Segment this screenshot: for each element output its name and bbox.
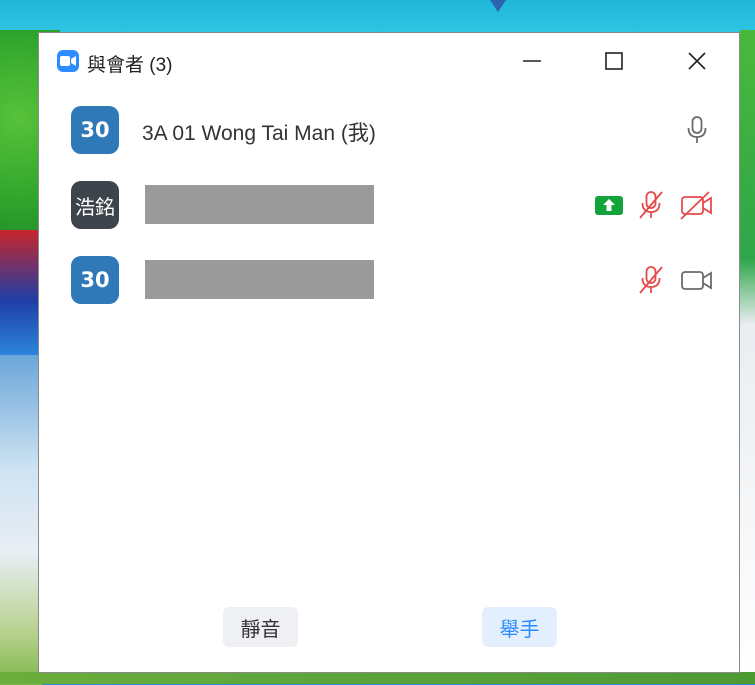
video-camera-icon[interactable]	[679, 264, 712, 296]
desktop-background-left-low	[0, 355, 42, 685]
redaction-block	[145, 185, 374, 224]
raise-hand-button[interactable]: 舉手	[482, 607, 557, 647]
microphone-muted-icon[interactable]	[635, 264, 667, 296]
microphone-icon[interactable]	[681, 114, 713, 146]
participant-row[interactable]: 30 3A 01 Wong Tai Man (我)	[39, 101, 739, 161]
avatar: 浩銘	[71, 181, 119, 229]
pin-marker-icon	[490, 0, 506, 12]
maximize-button[interactable]	[596, 43, 632, 79]
participants-window: 與會者 (3) 30 3A 01 Wong Tai Man (我) 浩銘 30 …	[38, 32, 740, 673]
participant-name: 3A 01 Wong Tai Man (我)	[142, 122, 376, 145]
minimize-button[interactable]	[514, 43, 550, 79]
window-title: 與會者 (3)	[87, 55, 173, 76]
close-button[interactable]	[679, 43, 715, 79]
microphone-muted-icon[interactable]	[635, 189, 667, 221]
desktop-background-right	[740, 30, 755, 684]
zoom-video-icon	[57, 50, 79, 72]
video-off-icon[interactable]	[679, 189, 712, 221]
participant-row[interactable]: 浩銘	[39, 176, 739, 236]
mute-button[interactable]: 靜音	[223, 607, 298, 647]
redaction-block	[145, 260, 374, 299]
screen-share-icon	[593, 189, 625, 221]
desktop-background-left-mid	[0, 230, 42, 360]
avatar: 30	[71, 106, 119, 154]
desktop-background-bottom	[0, 672, 755, 684]
title-bar[interactable]: 與會者 (3)	[39, 33, 739, 89]
avatar: 30	[71, 256, 119, 304]
participant-row[interactable]: 30	[39, 251, 739, 311]
